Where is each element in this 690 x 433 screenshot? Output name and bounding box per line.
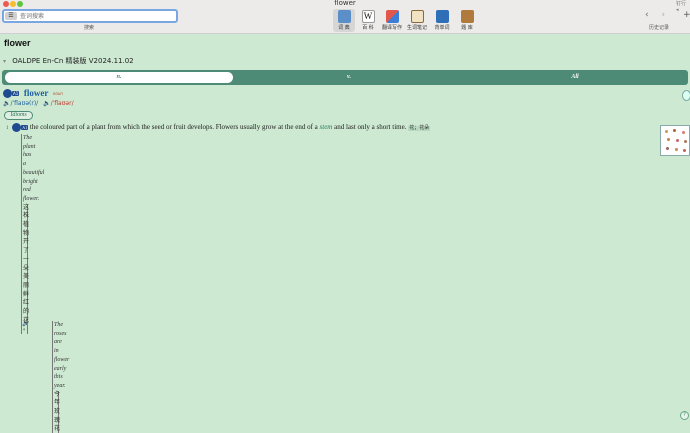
search-caption: 搜索 xyxy=(84,25,95,31)
window-title: flower xyxy=(334,0,356,7)
speaker-am-icon[interactable]: 🔈 xyxy=(43,100,50,107)
tab-verb[interactable]: v. xyxy=(235,72,463,83)
part-of-speech: noun xyxy=(52,90,63,96)
back-arrow-icon[interactable]: ‹ xyxy=(645,10,649,20)
help-icon[interactable]: ? xyxy=(680,411,689,420)
example-2-chinese: 今 年 玫 瑰 花 xyxy=(52,390,61,433)
dictionary-icon xyxy=(337,10,351,23)
example-1-chinese: 这 株 植 物 开 了 一 朵 美 丽 鲜 红 的 花 。 xyxy=(21,203,30,335)
definition-text-end: and last only a short time. xyxy=(334,123,407,132)
headword: flower xyxy=(23,88,49,98)
tab-noun[interactable]: n. xyxy=(5,72,233,83)
toolbar: ☰ 搜索 词 典 W 百 科 翻译写作 生词笔记 背单词 题 库 ‹ › 历史记… xyxy=(0,8,690,34)
pin-label[interactable]: 钉行 ◂ xyxy=(676,0,690,13)
definition-translation: 花；花朵 xyxy=(408,126,431,132)
idioms-button[interactable]: Idioms xyxy=(4,111,33,120)
entry-head: A1 flower noun xyxy=(3,88,63,98)
toolbar-encyclopedia-button[interactable]: W 百 科 xyxy=(357,9,379,32)
toolbar-notebook-button[interactable]: 生词笔记 xyxy=(406,9,428,32)
flower-illustration[interactable] xyxy=(660,125,690,156)
oxford-3000-icon xyxy=(3,88,12,98)
history-label: 历史记录 xyxy=(649,25,670,31)
title-bar: flower xyxy=(0,0,690,8)
dictionary-header[interactable]: ▾ OALDPE En-Cn 精装版 V2024.11.02 xyxy=(3,56,134,66)
xref-link[interactable]: stem xyxy=(320,123,333,131)
word-heading: flower xyxy=(4,38,31,48)
example-1-speaker-icon[interactable]: 🔈 xyxy=(22,320,29,327)
dictionary-name: OALDPE En-Cn 精装版 V2024.11.02 xyxy=(12,57,134,65)
question-bank-icon xyxy=(460,10,474,23)
tab-all[interactable]: All xyxy=(465,72,685,83)
history-nav: ‹ › xyxy=(645,10,665,20)
toolbar-question-bank-button[interactable]: 题 库 xyxy=(456,9,478,32)
example-2: The roses are in flower early this year.… xyxy=(52,321,82,433)
search-mode-button[interactable]: ☰ xyxy=(5,12,17,20)
book-icon xyxy=(435,10,449,23)
pron-am: /ˈflaʊər/ xyxy=(50,100,74,107)
translate-icon xyxy=(385,10,399,23)
example-2-english: The roses are in flower early this year. xyxy=(52,321,82,391)
pron-br: /ˈflaʊə(r)/ xyxy=(10,100,39,107)
search-box: ☰ xyxy=(2,9,178,23)
level-badge: A1 xyxy=(12,90,20,96)
chevron-down-icon: ▾ xyxy=(3,58,7,65)
search-input[interactable] xyxy=(20,11,170,21)
expand-icon[interactable] xyxy=(682,90,690,101)
pronunciation-row: 🔈/ˈflaʊə(r)/ 🔈/ˈflaʊər/ xyxy=(3,100,74,107)
toolbar-dictionary-button[interactable]: 词 典 xyxy=(333,9,355,32)
wikipedia-icon: W xyxy=(361,10,375,23)
notebook-icon xyxy=(410,10,424,23)
level-badge: A1 xyxy=(21,125,29,130)
sense-1: 1 A1 the coloured part of a plant from w… xyxy=(6,123,431,132)
oxford-3000-icon xyxy=(12,123,22,132)
definition-text: the coloured part of a plant from which … xyxy=(29,123,318,132)
pos-tab-bar: n. v. All xyxy=(2,70,688,85)
toolbar-vocab-button[interactable]: 背单词 xyxy=(431,9,453,32)
sense-number: 1 xyxy=(6,126,9,132)
example-1-english: The plant has a beautiful bright red flo… xyxy=(21,134,51,204)
toolbar-translate-button[interactable]: 翻译写作 xyxy=(381,9,403,32)
example-1: The plant has a beautiful bright red flo… xyxy=(21,134,51,335)
forward-arrow-icon[interactable]: › xyxy=(661,10,665,20)
